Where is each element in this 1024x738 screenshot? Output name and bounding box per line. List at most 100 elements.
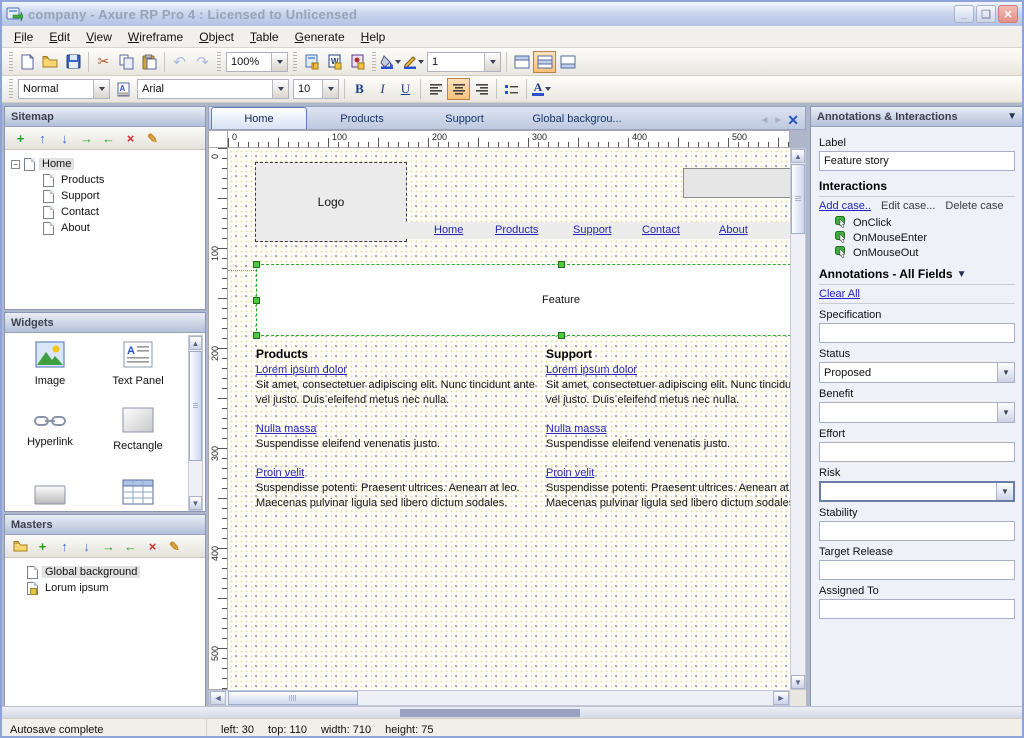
resize-handle[interactable] xyxy=(253,332,260,339)
menu-help[interactable]: Help xyxy=(353,27,394,47)
font-size-combo[interactable]: 10 xyxy=(293,79,339,99)
align-left-button[interactable] xyxy=(424,78,447,100)
event-onmouseenter[interactable]: OnMouseEnter xyxy=(835,231,1015,244)
sitemap-item-label[interactable]: Products xyxy=(58,174,107,186)
menu-wireframe[interactable]: Wireframe xyxy=(120,27,191,47)
close-button[interactable]: ✕ xyxy=(998,5,1018,23)
event-onmouseout[interactable]: OnMouseOut xyxy=(835,246,1015,259)
paste-button[interactable] xyxy=(138,51,161,73)
move-down-button[interactable]: ↓ xyxy=(79,539,94,554)
tab-close-icon[interactable]: ✕ xyxy=(787,112,799,129)
nav-link-products[interactable]: Products xyxy=(495,224,538,236)
generate-prototype-button[interactable] xyxy=(346,51,369,73)
delete-page-button[interactable]: × xyxy=(123,131,138,146)
chevron-down-icon[interactable] xyxy=(322,80,338,98)
edit-page-button[interactable]: ✎ xyxy=(145,131,160,146)
save-button[interactable] xyxy=(62,51,85,73)
support-column[interactable]: Support Lorem ipsum dolor Sit amet, cons… xyxy=(546,347,790,525)
scroll-right-icon[interactable]: ► xyxy=(773,691,789,705)
status-select[interactable]: Proposed ▼ xyxy=(819,362,1015,383)
delete-case-link[interactable]: Delete case xyxy=(945,200,1003,212)
sitemap-item-label[interactable]: Support xyxy=(58,190,103,202)
toggle-bottom-panel-button[interactable] xyxy=(556,51,579,73)
master-item-lorum-ipsum[interactable]: Lorum ipsum xyxy=(9,580,201,596)
scroll-left-icon[interactable]: ◄ xyxy=(210,691,226,705)
bullet-list-button[interactable] xyxy=(500,78,523,100)
sitemap-item-products[interactable]: Products xyxy=(9,172,201,188)
splitter-handle[interactable] xyxy=(400,709,580,717)
widget-image[interactable]: Image xyxy=(7,341,93,387)
scrollbar-thumb[interactable] xyxy=(228,691,358,705)
master-item-label[interactable]: Lorum ipsum xyxy=(42,582,112,594)
textfield-widget[interactable] xyxy=(683,168,790,198)
widgets-scrollbar[interactable]: ▲ ▼ xyxy=(188,335,203,511)
menu-table[interactable]: Table xyxy=(242,27,287,47)
toggle-middle-panel-button[interactable] xyxy=(533,51,556,73)
nav-link-support[interactable]: Support xyxy=(573,224,612,236)
tab-global-background[interactable]: Global backgrou... xyxy=(512,109,642,129)
style-combo[interactable]: Normal xyxy=(18,79,110,99)
scroll-down-icon[interactable]: ▼ xyxy=(189,496,202,510)
copy-button[interactable] xyxy=(115,51,138,73)
scrollbar-thumb[interactable] xyxy=(791,164,805,234)
restore-button[interactable]: ❏ xyxy=(976,5,996,23)
sitemap-item-about[interactable]: About xyxy=(9,220,201,236)
cut-button[interactable]: ✂ xyxy=(92,51,115,73)
label-input[interactable] xyxy=(819,151,1015,171)
effort-input[interactable] xyxy=(819,442,1015,462)
widget-text-panel[interactable]: A Text Panel xyxy=(95,341,181,387)
scroll-up-icon[interactable]: ▲ xyxy=(189,336,202,350)
canvas-vertical-scrollbar[interactable]: ▲ ▼ xyxy=(790,148,806,690)
delete-master-button[interactable]: × xyxy=(145,539,160,554)
stability-input[interactable] xyxy=(819,521,1015,541)
chevron-down-icon[interactable]: ▼ xyxy=(996,483,1013,500)
feature-widget-selected[interactable]: Feature xyxy=(256,264,790,336)
wireframe-canvas[interactable]: Logo Home Products Support Contact About… xyxy=(228,148,790,690)
widget-table[interactable] xyxy=(95,479,181,508)
chevron-down-icon[interactable] xyxy=(271,53,287,71)
redo-button[interactable]: ↷ xyxy=(191,51,214,73)
menu-file[interactable]: File xyxy=(6,27,41,47)
generate-html-button[interactable]: ! xyxy=(300,51,323,73)
move-up-button[interactable]: ↑ xyxy=(35,131,50,146)
sitemap-item-label[interactable]: Contact xyxy=(58,206,102,218)
master-item-label[interactable]: Global background xyxy=(42,566,140,578)
scrollbar-thumb[interactable] xyxy=(189,351,202,461)
new-folder-button[interactable] xyxy=(13,539,28,554)
sitemap-item-label[interactable]: About xyxy=(58,222,93,234)
chevron-down-icon[interactable]: ▼ xyxy=(997,363,1014,382)
sitemap-item-support[interactable]: Support xyxy=(9,188,201,204)
canvas-link[interactable]: Lorem ipsum dolor xyxy=(546,364,637,376)
target-release-input[interactable] xyxy=(819,560,1015,580)
all-fields-header[interactable]: Annotations - All Fields ▼ xyxy=(819,267,1015,281)
outdent-button[interactable]: ← xyxy=(123,539,138,554)
benefit-select[interactable]: ▼ xyxy=(819,402,1015,423)
move-down-button[interactable]: ↓ xyxy=(57,131,72,146)
master-item-global-background[interactable]: Global background xyxy=(9,564,201,580)
open-file-button[interactable] xyxy=(39,51,62,73)
move-up-button[interactable]: ↑ xyxy=(57,539,72,554)
add-page-button[interactable]: + xyxy=(13,131,28,146)
canvas-link[interactable]: Lorem ipsum dolor xyxy=(256,364,347,376)
widget-hyperlink[interactable]: Hyperlink xyxy=(7,413,93,448)
add-case-link[interactable]: Add case.. xyxy=(819,200,871,212)
menu-generate[interactable]: Generate xyxy=(287,27,353,47)
menu-edit[interactable]: Edit xyxy=(41,27,78,47)
canvas-link[interactable]: Nulla massa xyxy=(256,423,317,435)
bold-button[interactable]: B xyxy=(348,78,371,100)
logo-widget[interactable]: Logo xyxy=(255,162,407,242)
chevron-down-icon[interactable] xyxy=(484,53,500,71)
risk-select[interactable]: ▼ xyxy=(819,481,1015,502)
menu-view[interactable]: View xyxy=(78,27,120,47)
scroll-up-icon[interactable]: ▲ xyxy=(791,149,805,163)
menu-object[interactable]: Object xyxy=(191,27,242,47)
line-width-combo[interactable]: 1 xyxy=(427,52,501,72)
sitemap-item-home[interactable]: − Home xyxy=(9,156,201,172)
collapse-icon[interactable]: − xyxy=(11,160,20,169)
nav-link-about[interactable]: About xyxy=(719,224,748,236)
generate-word-button[interactable]: W xyxy=(323,51,346,73)
italic-button[interactable]: I xyxy=(371,78,394,100)
tab-support[interactable]: Support xyxy=(417,109,512,129)
tab-next-icon[interactable]: ► xyxy=(773,115,783,126)
resize-handle[interactable] xyxy=(253,297,260,304)
